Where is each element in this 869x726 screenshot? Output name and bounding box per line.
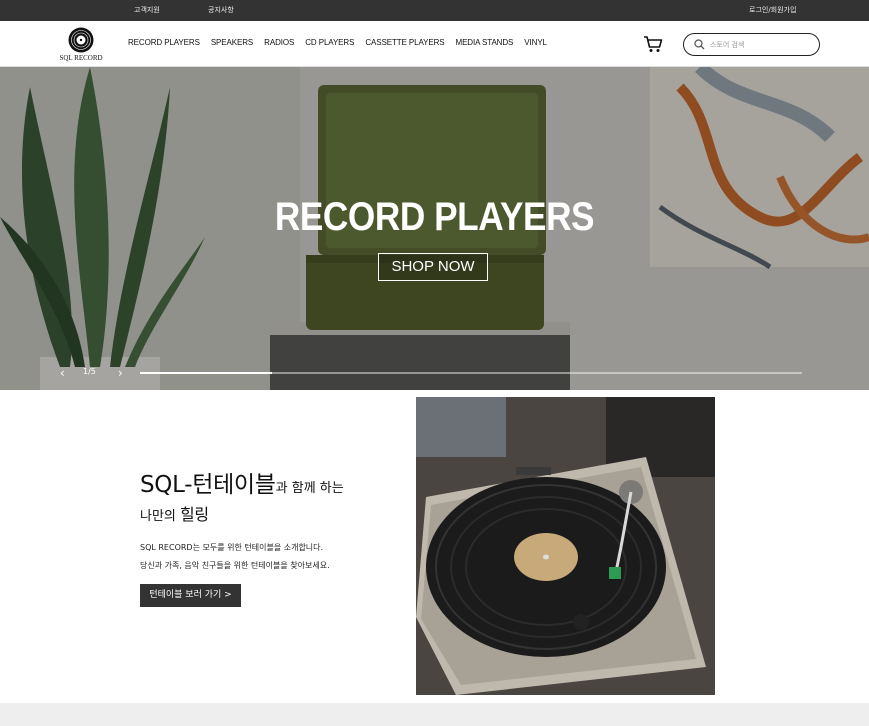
intro-heading2-sub: 나만의	[140, 509, 181, 524]
top-utility-bar: 고객지원 공지사항 로그인/회원가입	[0, 0, 869, 21]
nav-cassette-players[interactable]: CASSETTE PLAYERS	[365, 38, 444, 47]
search-icon[interactable]	[694, 39, 705, 50]
nav-cd-players[interactable]: CD PLAYERS	[305, 38, 354, 47]
turntable-image	[416, 397, 715, 695]
nav-record-players[interactable]: RECORD PLAYERS	[128, 38, 200, 47]
nav-vinyl[interactable]: VINYL	[524, 38, 547, 47]
chevron-left-icon[interactable]: ‹	[60, 366, 65, 380]
hero-banner[interactable]: RECORD PLAYERS SHOP NOW ‹ 1/5 ›	[0, 67, 869, 390]
vinyl-logo-icon	[68, 27, 94, 53]
intro-heading-sub: 과 함께 하는	[275, 481, 344, 496]
intro-text-line-1: SQL RECORD는 모두를 위한 턴테이블을 소개합니다.	[140, 543, 324, 552]
shop-now-button[interactable]: SHOP NOW	[378, 253, 488, 281]
slider-pager: ‹ 1/5 ›	[60, 366, 140, 380]
cart-button[interactable]	[643, 35, 663, 53]
logo-text: SQL RECORD	[59, 54, 103, 62]
slider-progress-track[interactable]	[140, 372, 802, 374]
main-nav: RECORD PLAYERS SPEAKERS RADIOS CD PLAYER…	[128, 38, 558, 47]
footer-band	[0, 703, 869, 726]
search-box[interactable]	[683, 33, 820, 56]
login-signup-link[interactable]: 로그인/회원가입	[749, 5, 796, 15]
notice-link[interactable]: 공지사항	[208, 5, 234, 15]
intro-heading: SQL-턴테이블과 함께 하는 나만의 힐링	[140, 465, 400, 525]
search-input[interactable]	[710, 38, 810, 51]
view-turntables-button[interactable]: 턴테이블 보러 가기 >	[140, 584, 241, 607]
cart-icon	[644, 36, 663, 52]
turntable-photo	[416, 397, 715, 695]
intro-description: SQL RECORD는 모두를 위한 턴테이블을 소개합니다. 당신과 가족, …	[140, 539, 330, 575]
main-header: SQL RECORD RECORD PLAYERS SPEAKERS RADIO…	[0, 21, 869, 67]
logo[interactable]: SQL RECORD	[58, 27, 104, 63]
nav-speakers[interactable]: SPEAKERS	[211, 38, 253, 47]
intro-heading-main: SQL-턴테이블	[140, 472, 276, 498]
nav-media-stands[interactable]: MEDIA STANDS	[456, 38, 514, 47]
intro-heading2-main: 힐링	[180, 505, 209, 524]
customer-support-link[interactable]: 고객지원	[134, 5, 160, 15]
nav-radios[interactable]: RADIOS	[264, 38, 294, 47]
slide-counter: 1/5	[83, 367, 96, 376]
chevron-right-icon[interactable]: ›	[118, 366, 123, 380]
slider-progress-fill	[140, 372, 273, 374]
intro-text-line-2: 당신과 가족, 음악 친구들을 위한 턴테이블을 찾아보세요.	[140, 561, 330, 570]
hero-title: RECORD PLAYERS	[274, 195, 595, 239]
